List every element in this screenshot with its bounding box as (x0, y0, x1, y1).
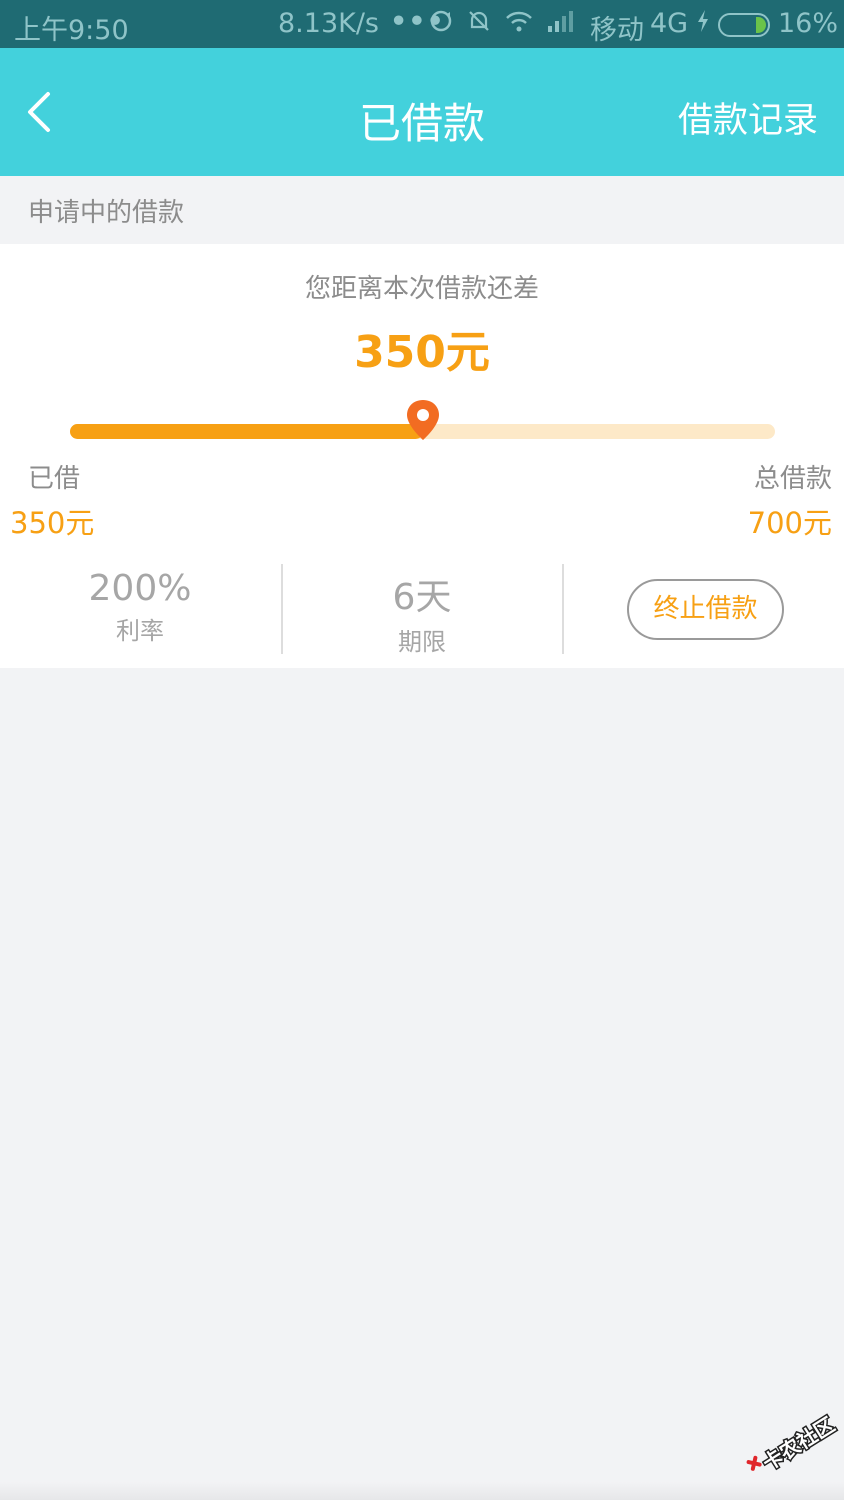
total-loan-label: 总借款 (753, 464, 832, 494)
interest-rate-value: 200% (88, 568, 192, 609)
section-title: 申请中的借款 (28, 198, 185, 228)
signal-icon (546, 8, 576, 40)
status-time: 上午9:50 (14, 15, 129, 46)
loan-term-stat: 6天 期限 (282, 568, 562, 657)
loan-progress-fill (70, 424, 423, 439)
status-carrier: 移动 (590, 15, 644, 46)
svg-text:卡农社区: 卡农社区 (758, 1412, 839, 1475)
battery-icon (718, 13, 770, 37)
total-loan-amount: 700元 (747, 506, 832, 540)
location-pin-icon (404, 398, 442, 442)
sync-icon (428, 8, 454, 40)
loan-term-label: 期限 (398, 628, 446, 656)
borrowed-amount: 350元 (10, 506, 95, 540)
remaining-gap-label: 您距离本次借款还差 (304, 274, 539, 304)
status-battery-percent: 16% (778, 8, 839, 39)
status-bar: 上午9:50 8.13K/s ••• 移动 4G 16% (0, 0, 844, 48)
interest-rate-label: 利率 (116, 617, 164, 645)
wifi-icon (504, 8, 534, 40)
status-network-type: 4G (650, 8, 689, 39)
interest-rate-stat: 200% 利率 (0, 568, 280, 646)
status-network-speed: 8.13K/s (278, 8, 379, 39)
stop-loan-button[interactable]: 终止借款 (627, 579, 784, 640)
stat-divider (562, 564, 564, 654)
loan-progress-card: 您距离本次借款还差 350元 已借 350元 总借款 700元 200% 利率 … (0, 244, 844, 668)
header-bar: 已借款 借款记录 (0, 48, 844, 176)
watermark-logo: 卡农社区 (738, 1405, 844, 1485)
loan-records-link[interactable]: 借款记录 (678, 92, 818, 143)
remaining-gap-amount: 350元 (354, 327, 490, 378)
loan-term-value: 6天 (392, 577, 452, 618)
bottom-shadow (0, 1482, 844, 1500)
mute-bell-icon (466, 8, 492, 40)
charging-icon (696, 8, 710, 40)
borrowed-label: 已借 (28, 464, 81, 494)
